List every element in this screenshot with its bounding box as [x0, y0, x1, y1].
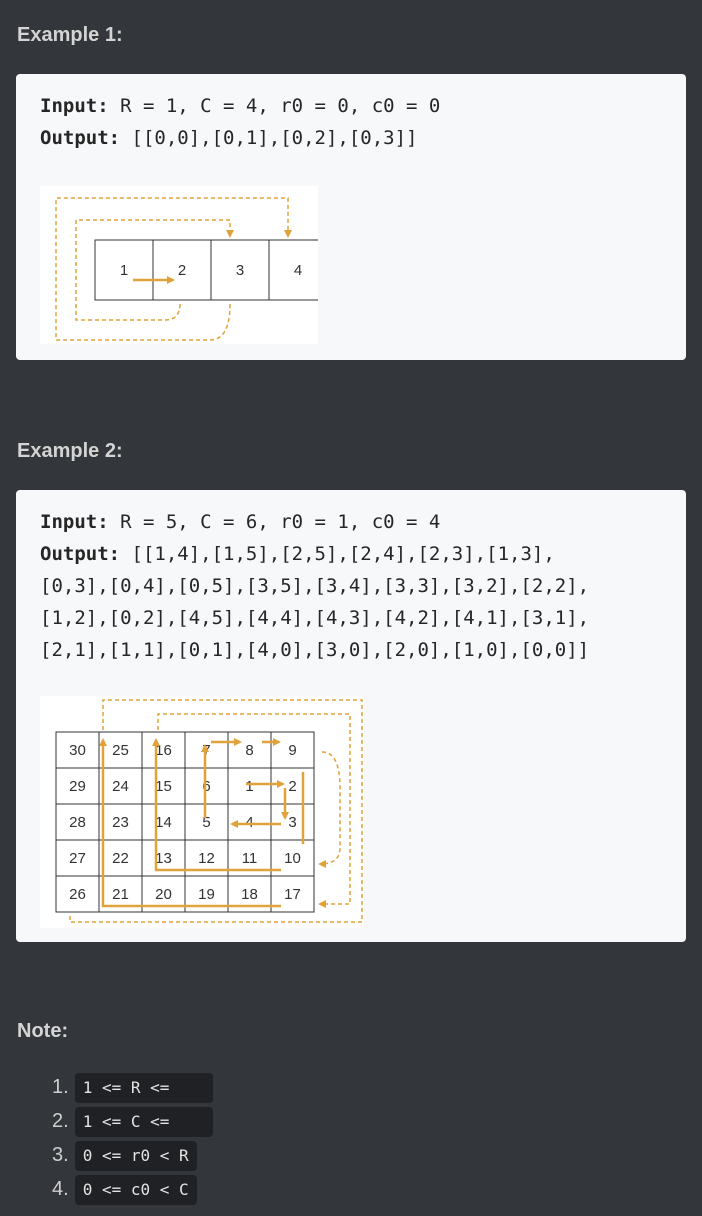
ex2-grid-cell-label: 22: [112, 850, 129, 867]
ex2-grid-cell-label: 25: [112, 742, 129, 759]
example-1-grid-diagram: 1 2 3 4: [55, 197, 318, 341]
ex2-grid-cell-label: 15: [155, 778, 172, 795]
output-line: [1,2],[0,2],[4,5],[4,4],[4,3],[4,2],[4,1…: [40, 607, 590, 629]
note-item: 1.1 <= R <= 100: [52, 1070, 216, 1127]
ex1-grid-cell-label: 4: [294, 262, 302, 279]
output-line: [0,3],[0,4],[0,5],[3,5],[3,4],[3,3],[3,2…: [40, 575, 590, 597]
note-code: 0 <= r0 < R: [74, 1140, 197, 1171]
ex1-grid-cell-label: 3: [236, 262, 244, 279]
ex2-grid-cell-label: 14: [155, 814, 172, 831]
ex2-grid-cell-label: 4: [245, 814, 253, 831]
ex1-grid-cell-label: 1: [120, 262, 128, 279]
example-1-code: Input: R = 1, C = 4, r0 = 0, c0 = 0 Outp…: [40, 90, 440, 154]
ex2-grid-cell-label: 28: [69, 814, 86, 831]
note-number: 4.: [52, 1178, 69, 1200]
input-value: R = 5, C = 6, r0 = 1, c0 = 4: [108, 511, 441, 533]
example-2-heading: Example 2:: [17, 440, 123, 462]
ex2-grid-cell-label: 1: [245, 778, 253, 795]
note-number: 1.: [52, 1076, 69, 1098]
ex2-grid-cell-label: 7: [202, 742, 210, 759]
note-code: 0 <= c0 < C: [74, 1174, 197, 1205]
ex2-solid-10-16: [152, 738, 281, 872]
ex2-grid-cell-label: 9: [288, 742, 296, 759]
ex2-grid-cell-label: 8: [245, 742, 253, 759]
ex2-grid-cell-label: 29: [69, 778, 86, 795]
output-label: Output:: [40, 543, 121, 565]
ex2-grid-cell-label: 6: [202, 778, 210, 795]
ex2-grid-cell-label: 26: [69, 886, 86, 903]
ex2-grid-cell-label: 23: [112, 814, 129, 831]
note-item: 3. 0 <= r0 < R: [52, 1138, 216, 1172]
ex2-grid-cell-label: 19: [198, 886, 215, 903]
note-item: 2.1 <= C <= 100: [52, 1104, 216, 1161]
output-line: [[1,4],[1,5],[2,5],[2,4],[2,3],[1,3],: [120, 543, 555, 565]
note-number: 3.: [52, 1144, 69, 1166]
output-line: [2,1],[1,1],[0,1],[4,0],[3,0],[2,0],[1,0…: [40, 639, 590, 661]
ex2-grid-cell-label: 30: [69, 742, 86, 759]
note-heading: Note:: [17, 1020, 69, 1042]
example-1-figure: 1 2 3 4: [40, 186, 318, 344]
note-code: 1 <= R <= 100: [74, 1072, 213, 1127]
ex2-grid-cell-label: 24: [112, 778, 129, 795]
example-2-card: Input: R = 5, C = 6, r0 = 1, c0 = 4 Outp…: [16, 490, 686, 942]
note-code: 1 <= C <= 100: [74, 1106, 213, 1161]
ex2-dashed-9-10: [318, 751, 341, 868]
ex2-grid-cell-label: 5: [202, 814, 210, 831]
ex2-grid-cell-label: 13: [155, 850, 172, 867]
ex2-grid-cell-label: 20: [155, 886, 172, 903]
ex2-grid-cell-label: 2: [288, 778, 296, 795]
example-2-grid-diagram: 30 25 16 7 8 929 24 15 6 1 228 23 14 5 4 327 22 13 12 11 102…: [55, 699, 363, 923]
ex1-grid-cell-label: 2: [178, 262, 186, 279]
note-list: 1.1 <= R <= 100 2.1 <= C <= 100 3.0 <= r…: [0, 1070, 216, 1206]
ex2-grid-cell-label: 11: [242, 850, 258, 867]
input-label: Input:: [40, 95, 109, 117]
input-label: Input:: [40, 511, 109, 533]
example-2-code: Input: R = 5, C = 6, r0 = 1, c0 = 4 Outp…: [40, 506, 589, 666]
ex2-grid-cell-label: 10: [284, 850, 301, 867]
note-item: 4. 0 <= c0 < C: [52, 1172, 216, 1206]
note-number: 2.: [52, 1110, 69, 1132]
input-value: R = 1, C = 4, r0 = 0, c0 = 0: [108, 95, 441, 117]
ex2-grid-cell-label: 17: [284, 886, 301, 903]
ex2-grid-cell-label: 27: [69, 850, 86, 867]
ex2-grid-cell-label: 21: [112, 886, 129, 903]
example-1-card: Input: R = 1, C = 4, r0 = 0, c0 = 0 Outp…: [16, 74, 686, 360]
ex2-grid-cell-label: 12: [198, 850, 215, 867]
output-value: [[0,0],[0,1],[0,2],[0,3]]: [120, 127, 418, 149]
ex2-grid-cell-label: 3: [288, 814, 296, 831]
output-label: Output:: [40, 127, 121, 149]
example-2-figure: 30 25 16 7 8 9 29 24 15 6 1 2 28 23 14 5 4 3 27 22 13 12 11 10 2…: [40, 696, 364, 928]
ex2-grid-cell-label: 16: [155, 742, 172, 759]
example-1-heading: Example 1:: [17, 24, 123, 46]
ex2-grid-cell-label: 18: [241, 886, 258, 903]
